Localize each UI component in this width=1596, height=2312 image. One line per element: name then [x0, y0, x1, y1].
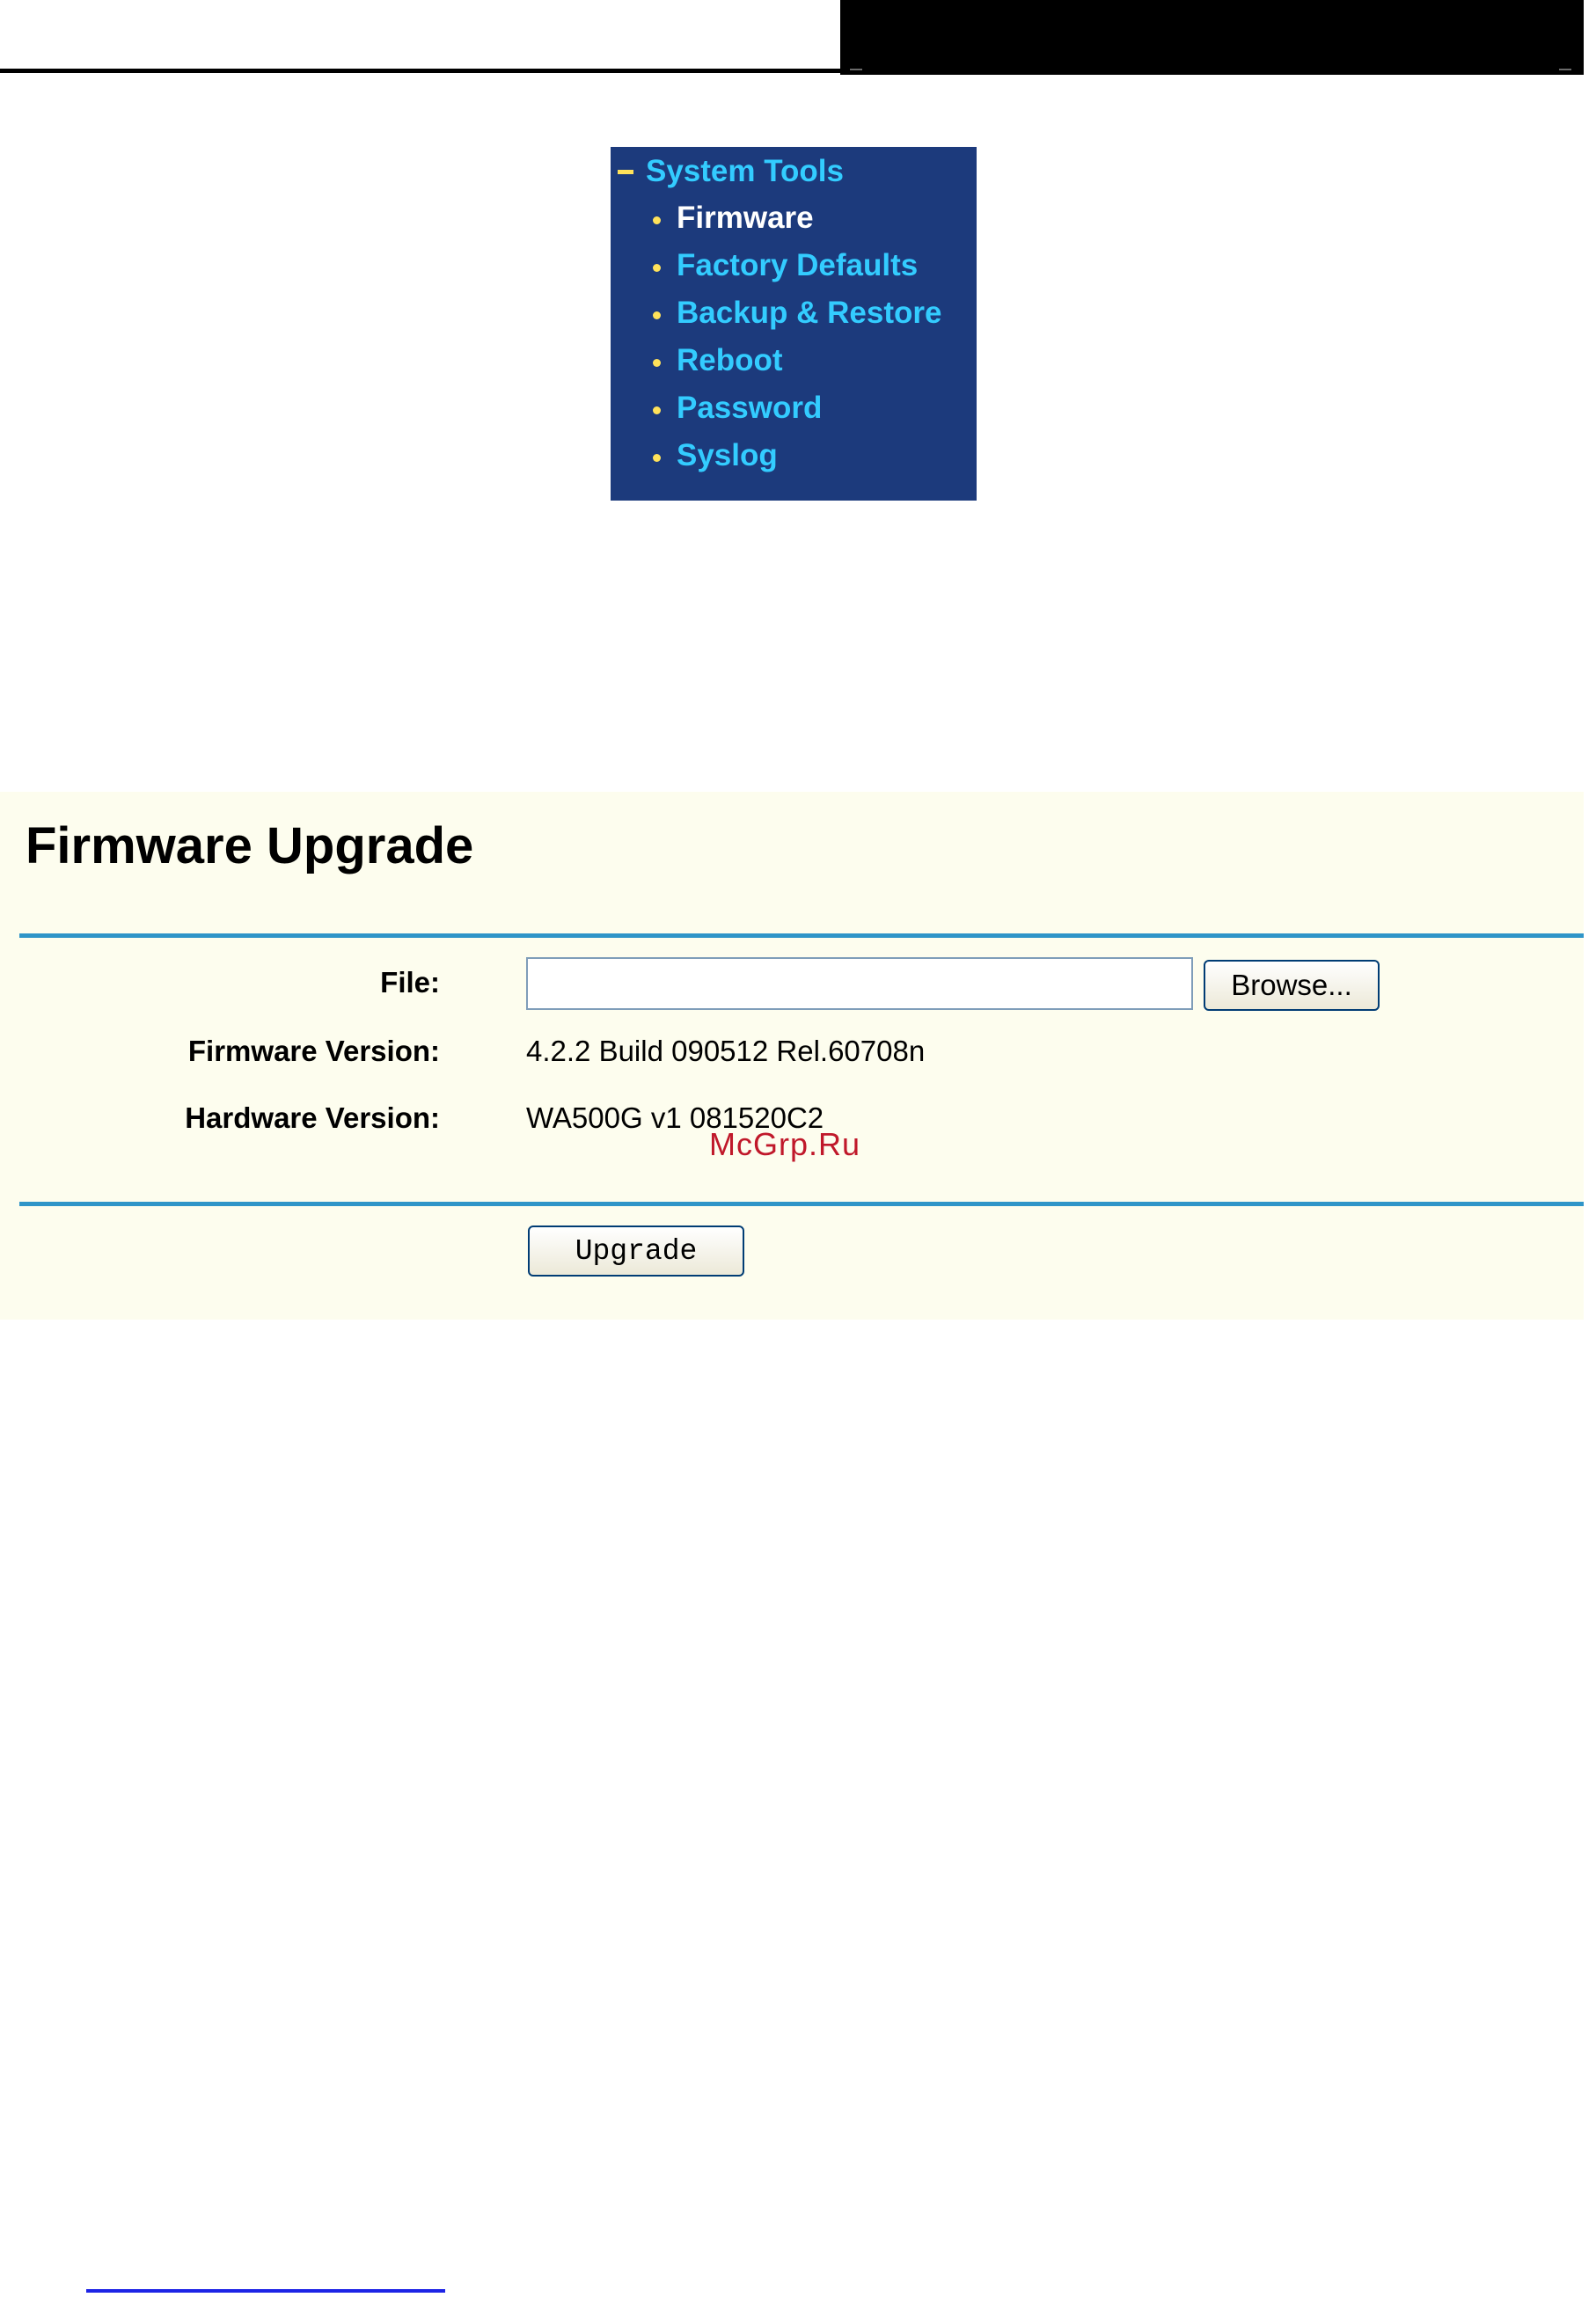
upgrade-button[interactable]: Upgrade [528, 1226, 744, 1277]
header-tick [850, 69, 862, 70]
menu-list: Firmware Factory Defaults Backup & Resto… [653, 194, 941, 479]
menu-item-firmware[interactable]: Firmware [653, 194, 941, 242]
bullet-icon [653, 263, 661, 272]
menu-item-label: Backup & Restore [677, 296, 942, 330]
header-block [840, 0, 1584, 75]
bullet-icon [653, 311, 661, 319]
file-input[interactable] [526, 957, 1193, 1010]
hardware-version-label: Hardware Version: [185, 1101, 440, 1134]
bullet-icon [653, 453, 661, 462]
header-rule [0, 69, 840, 73]
menu-header-system-tools[interactable]: System Tools [618, 147, 844, 196]
system-tools-menu: System Tools Firmware Factory Defaults B… [611, 147, 977, 501]
bullet-icon [653, 216, 661, 224]
firmware-version-label: Firmware Version: [187, 1035, 440, 1067]
menu-item-label: Password [677, 391, 823, 425]
menu-item-label: Factory Defaults [677, 248, 919, 282]
menu-header-label: System Tools [646, 154, 844, 188]
menu-item-password[interactable]: Password [653, 384, 941, 432]
menu-item-factory-defaults[interactable]: Factory Defaults [653, 242, 941, 289]
watermark: McGrp.Ru [709, 1126, 861, 1162]
firmware-version-value: 4.2.2 Build 090512 Rel.60708n [526, 1035, 926, 1067]
menu-item-label: Reboot [677, 343, 783, 377]
menu-item-backup-restore[interactable]: Backup & Restore [653, 289, 941, 337]
bottom-divider [19, 1202, 1584, 1206]
menu-item-reboot[interactable]: Reboot [653, 337, 941, 384]
menu-item-label: Firmware [677, 201, 814, 235]
menu-item-syslog[interactable]: Syslog [653, 432, 941, 479]
menu-item-label: Syslog [677, 438, 778, 472]
file-label: File: [380, 966, 440, 999]
browse-button[interactable]: Browse... [1204, 960, 1380, 1011]
firmware-upgrade-panel: Firmware Upgrade File: Browse... Firmwar… [0, 792, 1584, 1320]
header-tick [1559, 69, 1571, 70]
hyperlink-underline[interactable] [86, 2289, 445, 2293]
page-title: Firmware Upgrade [26, 817, 474, 874]
bullet-icon [653, 406, 661, 414]
bullet-icon [653, 358, 661, 367]
collapse-dash-icon [618, 169, 633, 174]
top-divider [19, 933, 1584, 938]
